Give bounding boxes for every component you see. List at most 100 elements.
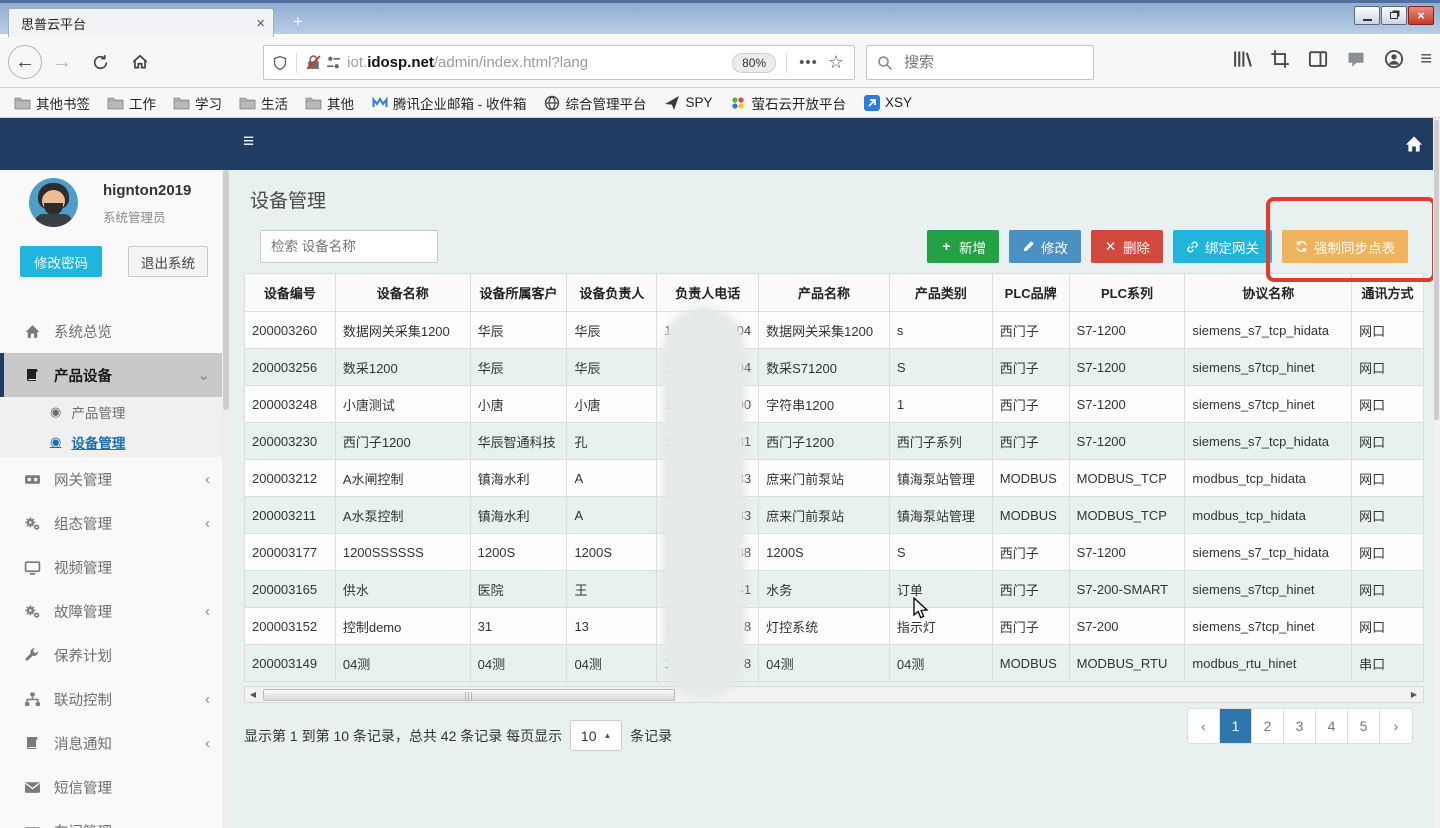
cell-owner: A [567, 497, 657, 533]
table-row[interactable]: 200003152控制demo311318灯控系统指示灯西门子S7-200sie… [245, 608, 1423, 645]
bookmark-folder[interactable]: 工作 [107, 93, 156, 113]
sidebar-item-config[interactable]: 组态管理‹ [0, 501, 230, 545]
sidebars-icon[interactable] [1306, 47, 1330, 71]
messages-icon[interactable] [1344, 47, 1368, 71]
edit-button[interactable]: 修改 [1009, 230, 1081, 263]
column-header[interactable]: 设备所属客户 [471, 274, 568, 311]
page-button-4[interactable]: 4 [1316, 709, 1348, 743]
cell-category: S [890, 349, 993, 385]
page-button-3[interactable]: 3 [1284, 709, 1316, 743]
library-icon[interactable] [1230, 47, 1254, 71]
page-size-select[interactable]: 10▲ [570, 720, 622, 751]
insecure-lock-icon[interactable] [303, 53, 323, 73]
bind-gateway-button[interactable]: 绑定网关 [1173, 230, 1272, 263]
app-home-icon[interactable] [1402, 132, 1426, 156]
table-row[interactable]: 200003230西门子1200华辰智通科技孔131西门子1200西门子系列西门… [245, 423, 1423, 460]
close-button[interactable]: × [1408, 6, 1434, 25]
column-header[interactable]: 负责人电话 [657, 274, 759, 311]
sidebar-item-linkage[interactable]: 联动控制‹ [0, 677, 230, 721]
permissions-icon[interactable] [323, 53, 343, 73]
cell-brand: MODBUS [993, 497, 1070, 533]
cell-product: 1200S [759, 534, 890, 570]
screenshot-tool-icon[interactable] [1268, 47, 1292, 71]
scroll-left-icon[interactable]: ◀ [245, 687, 261, 702]
device-search-input[interactable] [260, 230, 438, 263]
sidebar-item-product-device[interactable]: 产品设备⌄ [0, 353, 230, 397]
restore-button[interactable] [1381, 6, 1407, 25]
bookmark-item[interactable]: 综合管理平台 [544, 93, 647, 113]
shield-icon[interactable] [270, 53, 290, 73]
column-header[interactable]: PLC品牌 [993, 274, 1070, 311]
table-row[interactable]: 2000031771200SSSSSS1200S1200S881200SS西门子… [245, 534, 1423, 571]
cell-customer: 华辰智通科技 [471, 423, 568, 459]
bookmark-folder[interactable]: 其他 [305, 93, 354, 113]
sidebar-item-workshop[interactable]: 车间管理 [0, 809, 230, 828]
column-header[interactable]: PLC系列 [1070, 274, 1186, 311]
cell-customer: 1200S [471, 534, 568, 570]
column-header[interactable]: 产品类别 [890, 274, 993, 311]
bookmark-item[interactable]: 腾讯企业邮箱 - 收件箱 [371, 93, 527, 113]
home-button[interactable] [126, 49, 154, 75]
page-actions-icon[interactable]: ••• [799, 54, 818, 71]
horizontal-scrollbar[interactable]: ◀ ||| ▶ [244, 686, 1424, 703]
account-icon[interactable] [1382, 47, 1406, 71]
table-row[interactable]: 20000314904测04测04测15804测04测MODBUSMODBUS_… [245, 645, 1423, 682]
bookmark-folder[interactable]: 学习 [173, 93, 222, 113]
column-header[interactable]: 设备负责人 [567, 274, 657, 311]
url-bar[interactable]: iot.idosp.net/admin/index.html?lang 80% … [263, 45, 855, 80]
page-button-2[interactable]: 2 [1252, 709, 1284, 743]
add-button[interactable]: +新增 [927, 230, 999, 263]
bookmark-folder[interactable]: 生活 [239, 93, 288, 113]
table-row[interactable]: 200003212A水闸控制镇海水利A33庶来门前泵站镇海泵站管理MODBUSM… [245, 460, 1423, 497]
zoom-level-badge[interactable]: 80% [732, 53, 776, 73]
color-dots-icon [730, 94, 747, 111]
logout-button[interactable]: 退出系统 [128, 246, 208, 277]
table-row[interactable]: 200003248小唐测试小唐小唐100字符串12001西门子S7-1200si… [245, 386, 1423, 423]
sidebar-item-sms[interactable]: 短信管理 [0, 765, 230, 809]
sidebar-subitem-product-mgmt[interactable]: ◉产品管理 [0, 397, 230, 427]
change-password-button[interactable]: 修改密码 [20, 246, 102, 277]
bookmark-star-icon[interactable]: ☆ [828, 52, 844, 73]
sidebar-item-fault[interactable]: 故障管理‹ [0, 589, 230, 633]
table-row[interactable]: 200003165供水医院王41水务订单西门子S7-200-SMARTsieme… [245, 571, 1423, 608]
delete-button[interactable]: ✕删除 [1091, 230, 1163, 263]
column-header[interactable]: 设备名称 [336, 274, 471, 311]
sidebar-scrollbar[interactable] [222, 170, 230, 828]
privacy-blur-overlay [666, 310, 742, 694]
table-row[interactable]: 200003211A水泵控制镇海水利A33庶来门前泵站镇海泵站管理MODBUSM… [245, 497, 1423, 534]
back-button[interactable]: ← [8, 45, 42, 79]
browser-search-input[interactable] [902, 53, 1052, 72]
scroll-right-icon[interactable]: ▶ [1406, 687, 1422, 702]
bookmark-folder[interactable]: 其他书签 [14, 93, 90, 113]
page-scrollbar[interactable] [1433, 118, 1440, 828]
sidebar-item-maintenance[interactable]: 保养计划 [0, 633, 230, 677]
reload-button[interactable] [86, 49, 114, 75]
tab-close-icon[interactable]: × [256, 15, 265, 32]
sidebar-subitem-device-mgmt[interactable]: ◉设备管理 [0, 427, 230, 457]
table-row[interactable]: 200003256数采1200华辰华辰104数采S71200S西门子S7-120… [245, 349, 1423, 386]
avatar [29, 178, 78, 227]
browser-tab[interactable]: 思普云平台 × [8, 8, 274, 37]
sidebar-item-gateway[interactable]: 网关管理‹ [0, 457, 230, 501]
next-page-button[interactable]: › [1380, 709, 1412, 743]
bookmark-item[interactable]: SPY [664, 94, 713, 111]
bookmark-item[interactable]: XSY [863, 94, 912, 111]
browser-search-bar[interactable] [866, 45, 1094, 80]
new-tab-button[interactable]: + [284, 11, 312, 33]
table-row[interactable]: 200003260数据网关采集1200华辰华辰104数据网关采集1200s西门子… [245, 312, 1423, 349]
bookmark-item[interactable]: 萤石云开放平台 [730, 93, 847, 113]
page-button-1[interactable]: 1 [1220, 709, 1252, 743]
scrollbar-thumb[interactable]: ||| [263, 689, 675, 701]
forward-button[interactable]: → [48, 49, 76, 75]
sidebar-item-video[interactable]: 视频管理 [0, 545, 230, 589]
sidebar-toggle-icon[interactable]: ≡ [243, 131, 254, 153]
column-header[interactable]: 产品名称 [759, 274, 890, 311]
column-header[interactable]: 设备编号 [245, 274, 336, 311]
minimize-button[interactable] [1354, 6, 1380, 25]
sidebar-item-overview[interactable]: 系统总览 [0, 309, 230, 353]
cell-comm: 网口 [1352, 497, 1423, 533]
page-button-5[interactable]: 5 [1348, 709, 1380, 743]
menu-icon[interactable]: ≡ [1420, 48, 1432, 71]
prev-page-button[interactable]: ‹ [1188, 709, 1220, 743]
sidebar-item-notification[interactable]: 消息通知‹ [0, 721, 230, 765]
